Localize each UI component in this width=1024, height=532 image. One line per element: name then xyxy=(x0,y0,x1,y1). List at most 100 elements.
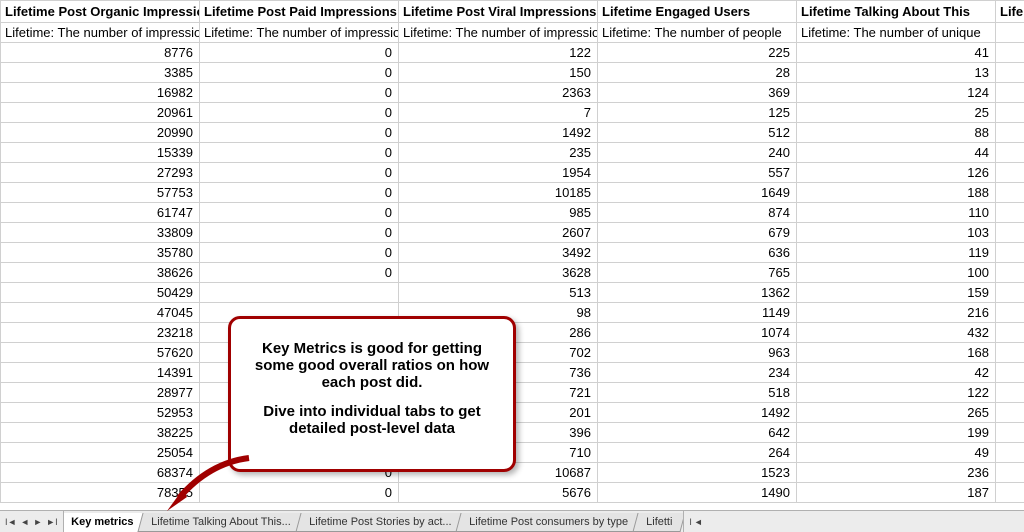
cell[interactable]: 187 xyxy=(797,483,996,503)
cell[interactable]: 10185 xyxy=(399,183,598,203)
cell[interactable] xyxy=(996,483,1024,503)
table-row[interactable]: 78355056761490187 xyxy=(1,483,1024,503)
cell[interactable]: 38626 xyxy=(1,263,200,283)
cell[interactable]: 100 xyxy=(797,263,996,283)
table-row[interactable]: 3380902607679103 xyxy=(1,223,1024,243)
cell[interactable]: 3492 xyxy=(399,243,598,263)
cell[interactable]: 125 xyxy=(598,103,797,123)
cell[interactable] xyxy=(200,283,399,303)
cell[interactable]: 50429 xyxy=(1,283,200,303)
table-row[interactable]: 577530101851649188 xyxy=(1,183,1024,203)
cell[interactable]: 57753 xyxy=(1,183,200,203)
cell[interactable] xyxy=(996,343,1024,363)
cell[interactable]: 150 xyxy=(399,63,598,83)
column-header[interactable]: Lifetime Engaged Users xyxy=(598,1,797,23)
cell[interactable] xyxy=(996,463,1024,483)
cell[interactable]: 0 xyxy=(200,203,399,223)
cell[interactable]: 7 xyxy=(399,103,598,123)
cell[interactable]: 234 xyxy=(598,363,797,383)
cell[interactable]: 1490 xyxy=(598,483,797,503)
table-row[interactable]: 2729301954557126 xyxy=(1,163,1024,183)
cell[interactable]: 0 xyxy=(200,263,399,283)
cell[interactable]: 122 xyxy=(797,383,996,403)
cell[interactable]: 0 xyxy=(200,123,399,143)
tab-prev-icon[interactable]: ◄ xyxy=(19,517,30,527)
cell[interactable] xyxy=(996,163,1024,183)
column-header[interactable]: Lifetime Post Paid Impressions xyxy=(200,1,399,23)
cell[interactable]: 0 xyxy=(200,43,399,63)
cell[interactable]: 28977 xyxy=(1,383,200,403)
table-row[interactable]: 15339023524044 xyxy=(1,143,1024,163)
cell[interactable]: 28 xyxy=(598,63,797,83)
column-header[interactable]: Life xyxy=(996,1,1024,23)
cell[interactable]: 216 xyxy=(797,303,996,323)
cell[interactable]: 13 xyxy=(797,63,996,83)
cell[interactable]: 3628 xyxy=(399,263,598,283)
sheet-tab[interactable]: Lifetime Talking About This... xyxy=(138,513,305,532)
cell[interactable] xyxy=(996,223,1024,243)
cell[interactable]: 240 xyxy=(598,143,797,163)
cell[interactable]: 41 xyxy=(797,43,996,63)
cell[interactable]: 235 xyxy=(399,143,598,163)
cell[interactable] xyxy=(996,43,1024,63)
cell[interactable]: 1649 xyxy=(598,183,797,203)
cell[interactable]: 236 xyxy=(797,463,996,483)
cell[interactable] xyxy=(996,243,1024,263)
sheet-tab[interactable]: Lifetime Post consumers by type xyxy=(456,513,642,532)
cell[interactable] xyxy=(996,63,1024,83)
cell[interactable]: 432 xyxy=(797,323,996,343)
cell[interactable]: 2363 xyxy=(399,83,598,103)
cell[interactable] xyxy=(996,443,1024,463)
cell[interactable]: 15339 xyxy=(1,143,200,163)
cell[interactable] xyxy=(996,303,1024,323)
cell[interactable] xyxy=(996,83,1024,103)
column-header[interactable]: Lifetime Post Organic Impressions xyxy=(1,1,200,23)
table-row[interactable]: 209900149251288 xyxy=(1,123,1024,143)
cell[interactable] xyxy=(996,123,1024,143)
cell[interactable] xyxy=(996,203,1024,223)
cell[interactable]: 42 xyxy=(797,363,996,383)
cell[interactable]: 23218 xyxy=(1,323,200,343)
cell[interactable]: 103 xyxy=(797,223,996,243)
cell[interactable]: 0 xyxy=(200,63,399,83)
cell[interactable]: 2607 xyxy=(399,223,598,243)
cell[interactable]: 27293 xyxy=(1,163,200,183)
sheet-tab[interactable]: Key metrics xyxy=(64,513,147,532)
column-header[interactable]: Lifetime Post Viral Impressions xyxy=(399,1,598,23)
cell[interactable]: 44 xyxy=(797,143,996,163)
sheet-tab[interactable]: Lifetime Post Stories by act... xyxy=(295,513,465,532)
tab-last-icon[interactable]: ►I xyxy=(45,517,58,527)
cell[interactable]: 49 xyxy=(797,443,996,463)
cell[interactable]: 52953 xyxy=(1,403,200,423)
table-row[interactable]: 504295131362159 xyxy=(1,283,1024,303)
cell[interactable]: 124 xyxy=(797,83,996,103)
cell[interactable]: 963 xyxy=(598,343,797,363)
cell[interactable]: 636 xyxy=(598,243,797,263)
cell[interactable]: 38225 xyxy=(1,423,200,443)
cell[interactable]: 35780 xyxy=(1,243,200,263)
cell[interactable]: 1492 xyxy=(598,403,797,423)
cell[interactable] xyxy=(996,263,1024,283)
cell[interactable]: 1492 xyxy=(399,123,598,143)
cell[interactable] xyxy=(996,423,1024,443)
cell[interactable]: 518 xyxy=(598,383,797,403)
cell[interactable]: 765 xyxy=(598,263,797,283)
cell[interactable]: 513 xyxy=(399,283,598,303)
table-row[interactable]: 209610712525 xyxy=(1,103,1024,123)
cell[interactable] xyxy=(996,143,1024,163)
cell[interactable]: 5676 xyxy=(399,483,598,503)
cell[interactable]: 0 xyxy=(200,83,399,103)
cell[interactable] xyxy=(996,183,1024,203)
cell[interactable]: 8776 xyxy=(1,43,200,63)
cell[interactable]: 61747 xyxy=(1,203,200,223)
cell[interactable]: 369 xyxy=(598,83,797,103)
cell[interactable]: 188 xyxy=(797,183,996,203)
cell[interactable] xyxy=(996,283,1024,303)
table-row[interactable]: 3578003492636119 xyxy=(1,243,1024,263)
cell[interactable]: 20990 xyxy=(1,123,200,143)
cell[interactable]: 642 xyxy=(598,423,797,443)
cell[interactable]: 1074 xyxy=(598,323,797,343)
cell[interactable]: 14391 xyxy=(1,363,200,383)
cell[interactable]: 0 xyxy=(200,143,399,163)
cell[interactable]: 1954 xyxy=(399,163,598,183)
